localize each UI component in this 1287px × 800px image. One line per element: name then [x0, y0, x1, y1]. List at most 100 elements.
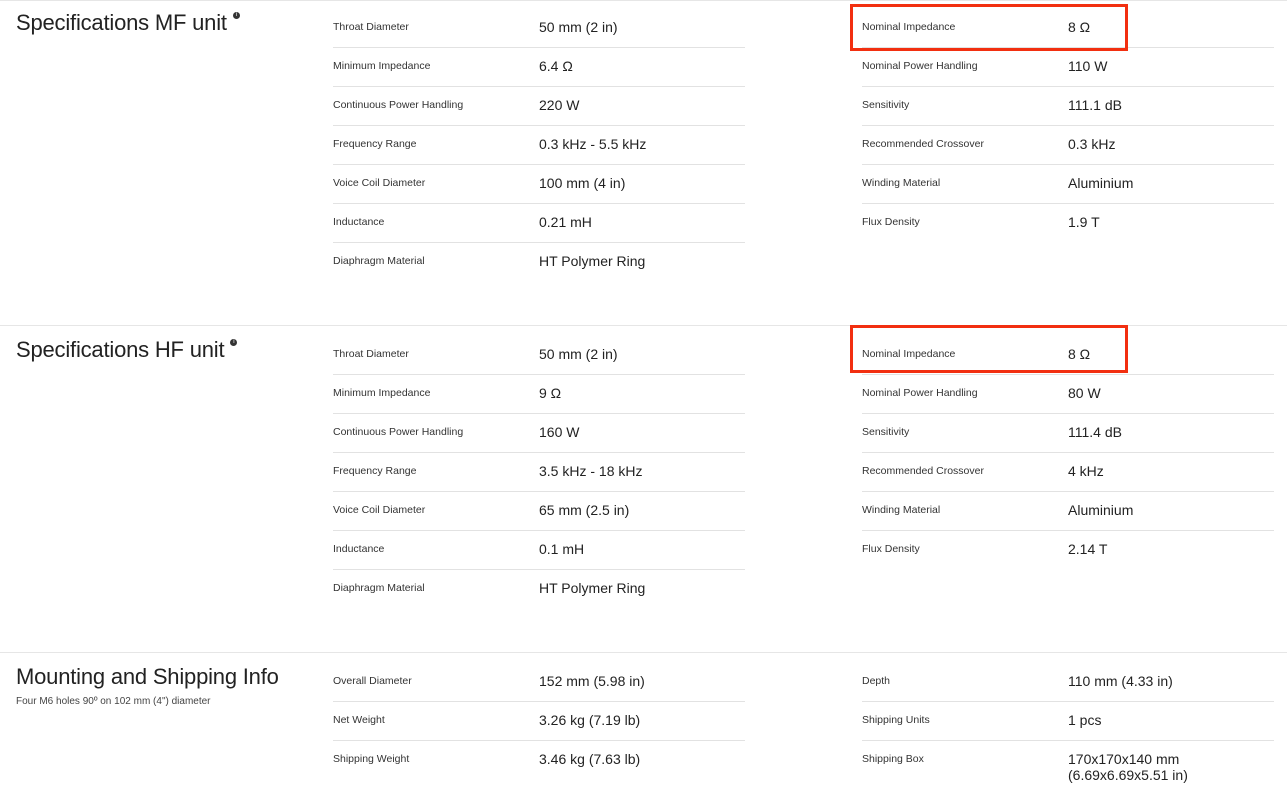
- spec-value: 50 mm (2 in): [539, 346, 618, 362]
- spec-label: Winding Material: [862, 177, 941, 189]
- section-divider: [0, 652, 1287, 653]
- spec-value: 0.3 kHz: [1068, 136, 1116, 152]
- spec-value: 6.4 Ω: [539, 58, 573, 74]
- spec-value: 80 W: [1068, 385, 1101, 401]
- spec-value: 50 mm (2 in): [539, 19, 618, 35]
- spec-row: Net Weight 3.26 kg (7.19 lb): [333, 702, 745, 741]
- spec-row: Sensitivity 111.4 dB: [862, 414, 1274, 453]
- spec-label: Recommended Crossover: [862, 465, 984, 477]
- spec-row: Frequency Range 3.5 kHz - 18 kHz: [333, 453, 745, 492]
- spec-label: Recommended Crossover: [862, 138, 984, 150]
- spec-value: 100 mm (4 in): [539, 175, 626, 191]
- mounting-specs-right: Depth 110 mm (4.33 in) Shipping Units 1 pc…: [862, 663, 1274, 789]
- section-subtitle: Four M6 holes 90º on 102 mm (4") diamete…: [16, 696, 211, 707]
- highlight-box: [850, 4, 1128, 51]
- spec-row: Winding Material Aluminium: [862, 492, 1274, 531]
- spec-row: Recommended Crossover 0.3 kHz: [862, 126, 1274, 165]
- spec-label: Minimum Impedance: [333, 60, 431, 72]
- spec-label: Throat Diameter: [333, 348, 409, 360]
- info-icon[interactable]: i: [230, 339, 238, 346]
- spec-label: Shipping Box: [862, 753, 924, 765]
- spec-value: 220 W: [539, 97, 580, 113]
- spec-label: Sensitivity: [862, 99, 910, 111]
- spec-value: HT Polymer Ring: [539, 580, 646, 596]
- spec-value: 65 mm (2.5 in): [539, 502, 630, 518]
- spec-row: Diaphragm Material HT Polymer Ring: [333, 570, 745, 608]
- spec-value: HT Polymer Ring: [539, 253, 646, 269]
- spec-label: Flux Density: [862, 543, 920, 555]
- spec-value: 111.4 dB: [1068, 424, 1122, 440]
- section-title-mounting: Mounting and Shipping Info: [16, 664, 279, 689]
- hf-specs-left: Throat Diameter 50 mm (2 in) Minimum Impe…: [333, 336, 745, 608]
- spec-value: 9 Ω: [539, 385, 562, 401]
- spec-row: Minimum Impedance 6.4 Ω: [333, 48, 745, 87]
- spec-value: 152 mm (5.98 in): [539, 673, 645, 689]
- spec-row: Throat Diameter 50 mm (2 in): [333, 336, 745, 375]
- spec-label: Diaphragm Material: [333, 255, 425, 267]
- spec-row: Continuous Power Handling 160 W: [333, 414, 745, 453]
- spec-row: Flux Density 1.9 T: [862, 204, 1274, 242]
- spec-row: Throat Diameter 50 mm (2 in): [333, 9, 745, 48]
- spec-value: 3.46 kg (7.63 lb): [539, 751, 641, 767]
- spec-value: 110 W: [1068, 58, 1108, 74]
- spec-label: Winding Material: [862, 504, 941, 516]
- spec-row: Frequency Range 0.3 kHz - 5.5 kHz: [333, 126, 745, 165]
- spec-row: Recommended Crossover 4 kHz: [862, 453, 1274, 492]
- spec-label: Continuous Power Handling: [333, 426, 464, 438]
- spec-value: 0.21 mH: [539, 214, 592, 230]
- spec-label: Flux Density: [862, 216, 920, 228]
- spec-row: Voice Coil Diameter 100 mm (4 in): [333, 165, 745, 204]
- spec-label: Inductance: [333, 216, 385, 228]
- spec-label: Nominal Power Handling: [862, 60, 978, 72]
- spec-row: Sensitivity 111.1 dB: [862, 87, 1274, 126]
- spec-value: 3.26 kg (7.19 lb): [539, 712, 641, 728]
- highlight-box: [850, 325, 1128, 373]
- mf-specs-left: Throat Diameter 50 mm (2 in) Minimum Impe…: [333, 9, 745, 281]
- spec-row: Minimum Impedance 9 Ω: [333, 375, 745, 414]
- spec-label: Frequency Range: [333, 465, 417, 477]
- spec-label: Frequency Range: [333, 138, 417, 150]
- spec-value: 3.5 kHz - 18 kHz: [539, 463, 643, 479]
- spec-value: 0.3 kHz - 5.5 kHz: [539, 136, 647, 152]
- spec-row: Depth 110 mm (4.33 in): [862, 663, 1274, 702]
- spec-row: Nominal Power Handling 110 W: [862, 48, 1274, 87]
- spec-value: Aluminium: [1068, 175, 1134, 191]
- spec-value: 1 pcs: [1068, 712, 1102, 728]
- spec-row: Voice Coil Diameter 65 mm (2.5 in): [333, 492, 745, 531]
- spec-row: Overall Diameter 152 mm (5.98 in): [333, 663, 745, 702]
- spec-label: Overall Diameter: [333, 675, 412, 687]
- spec-label: Shipping Units: [862, 714, 930, 726]
- spec-label: Voice Coil Diameter: [333, 504, 426, 516]
- spec-value: Aluminium: [1068, 502, 1134, 518]
- spec-label: Nominal Power Handling: [862, 387, 978, 399]
- spec-value: 160 W: [539, 424, 580, 440]
- spec-row: Inductance 0.21 mH: [333, 204, 745, 243]
- spec-label: Inductance: [333, 543, 385, 555]
- spec-row: Shipping Box 170x170x140 mm (6.69x6.69x5.…: [862, 741, 1274, 789]
- spec-value: 0.1 mH: [539, 541, 585, 557]
- spec-value: 1.9 T: [1068, 214, 1100, 230]
- spec-row: Flux Density 2.14 T: [862, 531, 1274, 569]
- section-divider: [0, 0, 1287, 1]
- spec-value: 170x170x140 mm (6.69x6.69x5.51 in): [1068, 751, 1188, 783]
- spec-row: Nominal Power Handling 80 W: [862, 375, 1274, 414]
- spec-label: Voice Coil Diameter: [333, 177, 426, 189]
- spec-row: Shipping Weight 3.46 kg (7.63 lb): [333, 741, 745, 779]
- spec-label: Shipping Weight: [333, 753, 410, 765]
- spec-row: Diaphragm Material HT Polymer Ring: [333, 243, 745, 281]
- section-title-hf: Specifications HF unit i: [16, 337, 238, 363]
- spec-label: Minimum Impedance: [333, 387, 431, 399]
- info-icon[interactable]: i: [232, 12, 240, 19]
- spec-label: Throat Diameter: [333, 21, 409, 33]
- spec-value: 110 mm (4.33 in): [1068, 673, 1173, 689]
- spec-label: Sensitivity: [862, 426, 910, 438]
- spec-label: Net Weight: [333, 714, 385, 726]
- spec-row: Shipping Units 1 pcs: [862, 702, 1274, 741]
- spec-label: Continuous Power Handling: [333, 99, 464, 111]
- section-title-mf: Specifications MF unit i: [16, 10, 240, 36]
- spec-value: 2.14 T: [1068, 541, 1108, 557]
- spec-row: Continuous Power Handling 220 W: [333, 87, 745, 126]
- spec-row: Inductance 0.1 mH: [333, 531, 745, 570]
- spec-value: 4 kHz: [1068, 463, 1104, 479]
- spec-row: Winding Material Aluminium: [862, 165, 1274, 204]
